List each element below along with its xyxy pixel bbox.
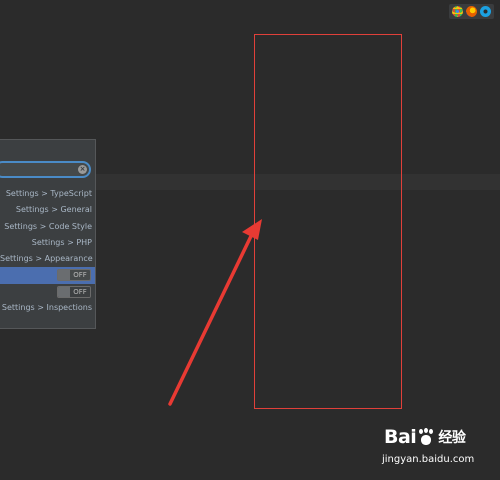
watermark-logo: Bai 经验	[384, 426, 466, 448]
search-result-item[interactable]: Settings > General	[0, 202, 95, 218]
search-result-item-selected[interactable]: OFF	[0, 267, 95, 284]
chrome-icon[interactable]	[452, 6, 463, 17]
result-label: Settings > Code Style	[4, 221, 92, 231]
toggle-label: OFF	[70, 270, 90, 281]
search-result-item[interactable]: Settings > Inspections	[0, 300, 95, 316]
toggle-knob	[58, 286, 70, 297]
off-toggle[interactable]: OFF	[57, 269, 91, 282]
result-label: Settings > PHP	[31, 237, 92, 247]
result-label: Settings > General	[15, 205, 92, 215]
search-result-item[interactable]: Settings > PHP	[0, 235, 95, 251]
paw-icon	[417, 428, 435, 446]
watermark-brand-right: 经验	[438, 430, 466, 446]
clear-search-icon[interactable]: ×	[78, 165, 87, 174]
ie-icon[interactable]	[480, 6, 491, 17]
search-result-item[interactable]: Settings > TypeScript	[0, 186, 95, 202]
search-input[interactable]: ×	[0, 161, 91, 178]
search-result-item[interactable]: Settings > Code Style	[0, 219, 95, 235]
annotation-highlight-box	[254, 34, 402, 409]
result-label: Settings > Inspections	[1, 303, 92, 313]
search-everywhere-popup: × Settings > TypeScript Settings > Gener…	[0, 139, 96, 329]
firefox-icon[interactable]	[466, 6, 477, 17]
search-results-list: Settings > TypeScript Settings > General…	[0, 186, 95, 316]
off-toggle[interactable]: OFF	[57, 285, 91, 298]
watermark-brand-left: Bai	[384, 426, 417, 448]
browser-preview-icons	[449, 4, 494, 19]
result-label: Settings > TypeScript	[5, 189, 92, 198]
watermark-url: jingyan.baidu.com	[382, 454, 475, 465]
result-label: Settings > Appearance	[0, 254, 93, 264]
search-result-item[interactable]: OFF	[0, 284, 95, 300]
baidu-jingyan-watermark: Bai 经验 jingyan.baidu.com	[380, 426, 495, 470]
toggle-knob	[58, 270, 70, 281]
toggle-label: OFF	[70, 286, 90, 297]
search-result-item[interactable]: Settings > Appearance	[0, 251, 95, 267]
